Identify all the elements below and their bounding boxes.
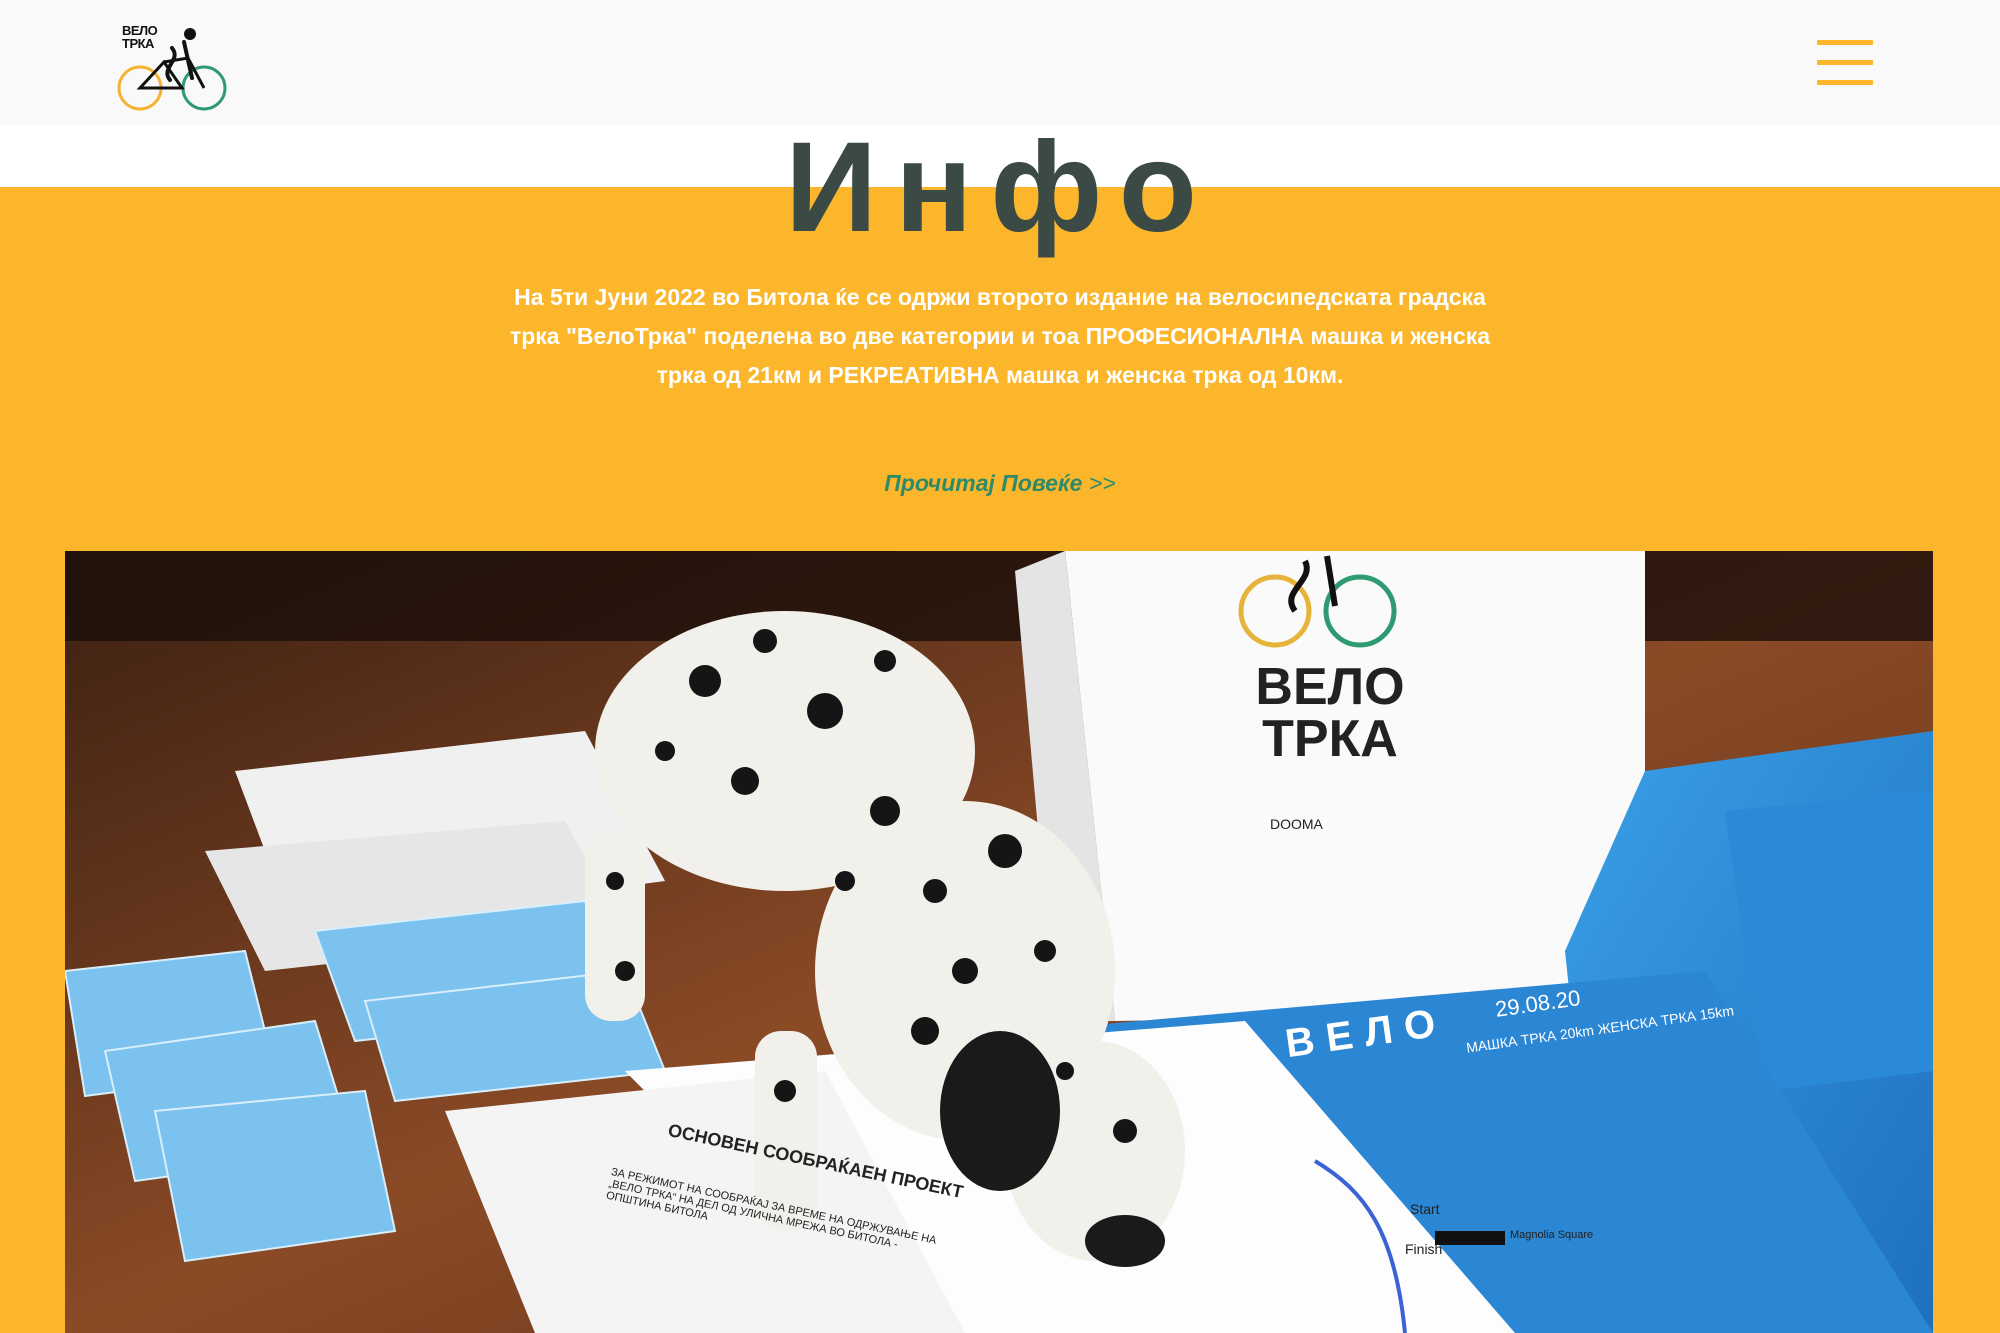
- site-header: ВЕЛО ТРКА: [0, 0, 2000, 125]
- bag-logo-text: ВЕЛО ТРКА: [1255, 658, 1405, 768]
- menu-line-icon: [1817, 40, 1873, 45]
- page-title: Инфо: [785, 116, 1215, 259]
- bag-sponsor-text: DOOMA: [1270, 816, 1323, 832]
- photo-illustration: [65, 551, 1933, 1333]
- menu-line-icon: [1817, 80, 1873, 85]
- map-finish-label: Finish: [1405, 1241, 1443, 1257]
- hero-photo: ВЕЛО ТРКА DOOMA ВЕЛО 29.08.20 МАШКА ТРКА…: [65, 551, 1933, 1333]
- map-start-label: Start: [1410, 1201, 1440, 1217]
- hamburger-menu-button[interactable]: [1813, 38, 1875, 88]
- site-logo[interactable]: ВЕЛО ТРКА: [112, 20, 232, 116]
- intro-paragraph: На 5ти Јуни 2022 во Битола ќе се одржи в…: [509, 284, 1491, 388]
- map-square-label: Magnolia Square: [1510, 1229, 1594, 1241]
- menu-line-icon: [1817, 60, 1873, 65]
- read-more-label: Прочитај Повеќе: [884, 470, 1083, 496]
- read-more-arrows: >>: [1088, 470, 1116, 496]
- logo-text: ВЕЛО ТРКА: [122, 23, 158, 51]
- read-more-link[interactable]: Прочитај Повеќе >>: [0, 470, 2000, 497]
